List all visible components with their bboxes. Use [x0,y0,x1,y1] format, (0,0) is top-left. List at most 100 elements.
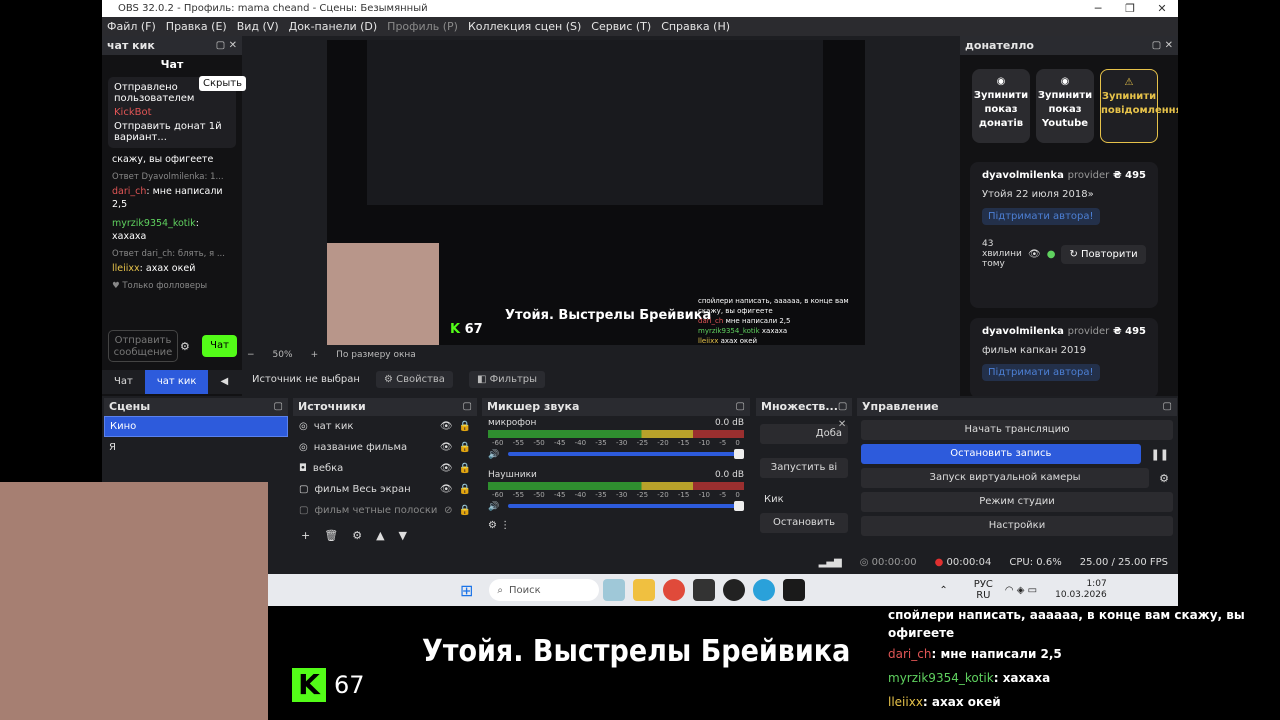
telegram-icon[interactable] [753,579,776,601]
mixer-menu-icon[interactable]: ⚙ ⋮ [482,508,750,543]
speaker-icon[interactable]: 🔊 [488,450,499,460]
menu-help[interactable]: Справка (H) [656,20,735,33]
scene-item[interactable]: Кино [104,416,288,437]
clock[interactable]: 1:07 10.03.2026 [1055,579,1107,601]
dock-controls-icon[interactable]: ▢ ✕ [1147,40,1178,51]
kick-viewers: K 67 [292,668,365,702]
source-item[interactable]: ◘ вебка 👁 🔒 [293,458,477,479]
support-author-link[interactable]: Підтримати автора! [982,364,1100,381]
chrome-icon[interactable] [663,579,686,601]
chat-text: хахаха [112,231,147,242]
chat-send-button[interactable]: Чат [202,335,237,357]
gear-icon[interactable]: ⚙ [1153,468,1177,485]
multistream-add-button[interactable]: Доба [760,424,848,444]
volume-slider[interactable] [508,501,744,511]
window-icon: ▢ [299,484,309,495]
lock-icon: 🔒 [458,442,471,453]
eye-icon[interactable]: 👁 [1028,249,1041,260]
meter-scale: -60 -55 -50 -45 -40 -35 -30 -25 -20 -15 -10 -5 0 [492,439,740,447]
menu-file[interactable]: Файл (F) [102,20,161,33]
preview-screen-capture [367,40,823,205]
kick-label: Кик [764,494,784,505]
webcam-feed [0,482,268,720]
down-icon[interactable]: ▼ [399,529,407,542]
source-item[interactable]: ▢ фильм Весь экран 👁 🔒 [293,479,477,500]
stop-messages-button[interactable]: ⚠ Зупинити повідомлення [1100,69,1178,143]
minimize-button[interactable]: ─ [1082,2,1114,15]
chat-user[interactable]: lleiixx [112,263,140,274]
fit-dropdown[interactable]: По размеру окна [336,350,434,360]
source-item[interactable]: ◎ чат кик 👁 🔒 [293,416,477,437]
multistream-start-button[interactable]: Запустить ві [760,458,848,478]
speaker-icon[interactable]: 🔊 [488,502,499,512]
hide-tooltip[interactable]: Скрыть [199,76,246,91]
kick-logo-icon: K [292,668,326,702]
multistream-stop-button[interactable]: Остановить [760,513,848,533]
zoom-in-icon[interactable]: + [311,350,337,360]
tab-chat-kick[interactable]: чат кик [144,370,209,394]
properties-button[interactable]: ⚙ Свойства [375,370,453,388]
stream-timer: ◎ 00:00:00 [859,556,917,568]
chat-user[interactable]: myrzik9354_kotik [112,218,196,229]
gear-icon[interactable]: ⚙ [180,340,190,353]
windows-start-icon[interactable]: ⊞ [460,581,473,600]
preview-kick-count: K 67 [450,322,483,337]
widget-icon[interactable] [603,579,626,601]
chat-message: lleiixx: ахах окей [112,263,196,274]
settings-button[interactable]: Настройки [861,516,1173,536]
close-button[interactable]: ✕ [1146,2,1178,15]
chat-reply: Ответ Dyavolmilenka: 1... [112,172,224,182]
studio-mode-button[interactable]: Режим студии [861,492,1173,512]
donatello-header: донателло ▢ ✕ [960,36,1178,55]
support-author-link[interactable]: Підтримати автора! [982,208,1100,225]
lock-icon: 🔒 [458,505,471,516]
windows-taskbar: ⊞ ⌕ Поиск ⌃ РУС RU ◠ ◈ ▭ 1:07 10.03.2026 [268,574,1178,606]
tab-chat[interactable]: Чат [102,370,145,394]
obs-icon[interactable] [723,579,746,601]
menu-profile[interactable]: Профиль (P) [382,20,463,33]
stop-recording-button[interactable]: Остановить запись [861,444,1141,464]
scene-item[interactable]: Я [104,437,288,458]
chat-user[interactable]: dari_ch [112,186,146,197]
add-icon[interactable]: + [301,529,310,542]
tray-chevron-icon[interactable]: ⌃ [939,585,947,596]
pause-icon[interactable]: ❚❚ [1145,444,1177,461]
volume-slider[interactable] [508,449,744,459]
chat-input[interactable]: Отправить сообщение [108,330,178,362]
menu-view[interactable]: Вид (V) [232,20,284,33]
source-item[interactable]: ▢ фильм четные полоски ⊘ 🔒 [293,500,477,521]
stop-donations-button[interactable]: ◉ Зупинити показ донатів [972,69,1030,143]
wifi-icon[interactable]: ◠ ◈ ▭ [1005,585,1037,596]
folder-icon[interactable] [633,579,656,601]
zoom-out-icon[interactable]: − [247,350,273,360]
terminal-icon[interactable] [783,579,806,601]
signal-icon: ▂▄▆ [818,556,842,568]
repeat-button[interactable]: ↻ Повторити [1061,244,1146,264]
volume-meter [488,430,744,438]
camera-icon: ◘ [299,463,307,474]
gear-icon[interactable]: ⚙ [352,529,362,542]
eye-icon: 👁 [439,421,453,432]
trash-icon[interactable]: 🗑 [324,529,338,542]
menu-docks[interactable]: Док-панели (D) [284,20,383,33]
source-item[interactable]: ◎ название фильма 👁 🔒 [293,437,477,458]
app-icon[interactable] [693,579,716,601]
menu-edit[interactable]: Правка (E) [161,20,232,33]
menu-tools[interactable]: Сервис (T) [586,20,656,33]
dock-controls-icon[interactable]: ▢ ✕ [211,40,242,51]
language-indicator[interactable]: РУС RU [974,579,993,601]
start-streaming-button[interactable]: Начать трансляцию [861,420,1173,440]
menu-scene-collection[interactable]: Коллекция сцен (S) [463,20,586,33]
chevron-left-icon[interactable]: ◀ [208,370,240,394]
maximize-button[interactable]: ❐ [1114,2,1146,15]
fps: 25.00 / 25.00 FPS [1079,556,1168,568]
filters-button[interactable]: ◧ Фильтры [468,370,546,388]
chat-header: Чат [160,58,184,71]
up-icon[interactable]: ▲ [376,529,384,542]
stop-youtube-button[interactable]: ◉ Зупинити показ Youtube [1036,69,1094,143]
chat-reply: Ответ dari_ch: блять, я ... [112,249,225,259]
stop-icon: ◉ [1060,76,1070,87]
virtual-camera-button[interactable]: Запуск виртуальной камеры [861,468,1150,488]
chat-message: dari_ch: мне написали 2,5 [112,186,223,210]
taskbar-search[interactable]: ⌕ Поиск [489,579,600,601]
